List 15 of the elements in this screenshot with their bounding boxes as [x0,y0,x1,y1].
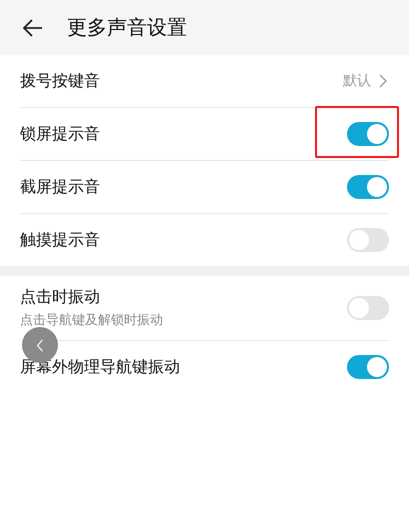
chevron-right-icon[interactable] [379,74,387,88]
setting-value[interactable]: 默认 [343,72,371,90]
setting-label: 锁屏提示音 [20,124,101,144]
toggle-switch[interactable] [347,122,389,146]
toggle-switch[interactable] [347,355,389,379]
chevron-left-icon [36,338,44,352]
toggle-switch[interactable] [347,228,389,252]
toggle-switch[interactable] [347,296,389,320]
setting-label: 触摸提示音 [20,230,101,250]
toggle-switch[interactable] [347,175,389,199]
page-title: 更多声音设置 [67,14,187,41]
setting-label: 拨号按键音 [20,70,101,92]
setting-label: 点击时振动 [20,287,101,308]
setting-description: 点击导航键及解锁时振动 [20,312,164,329]
setting-label: 截屏提示音 [20,176,101,198]
